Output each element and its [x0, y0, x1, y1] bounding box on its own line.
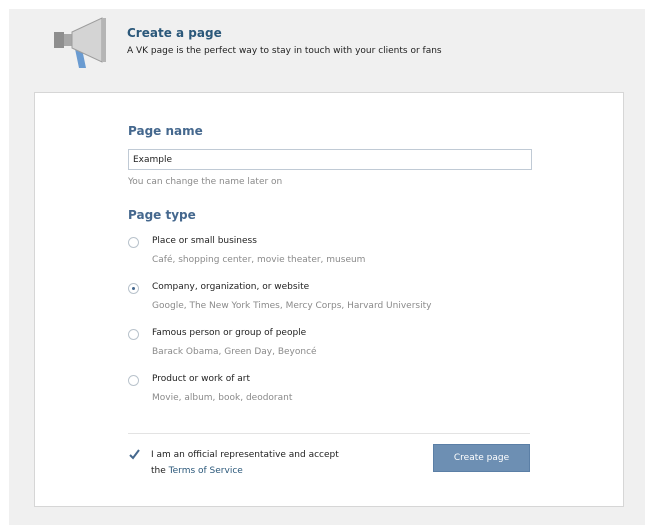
radio-button[interactable] [128, 329, 139, 340]
radio-option-examples: Google, The New York Times, Mercy Corps,… [152, 301, 432, 311]
radio-button[interactable] [128, 237, 139, 248]
page: Create a page A VK page is the perfect w… [0, 0, 649, 531]
megaphone-icon [54, 17, 106, 68]
radio-option-label: Product or work of art [152, 374, 251, 384]
radio-option-label: Company, organization, or website [152, 282, 310, 292]
radio-button[interactable] [128, 283, 139, 294]
page-type-label: Page type [128, 208, 196, 222]
page-type-option-famous-person[interactable]: Famous person or group of people Barack … [128, 328, 508, 369]
radio-option-label: Place or small business [152, 236, 257, 246]
page-type-option-company[interactable]: Company, organization, or website Google… [128, 282, 508, 323]
radio-option-examples: Café, shopping center, movie theater, mu… [152, 255, 366, 265]
radio-option-examples: Movie, album, book, deodorant [152, 393, 293, 403]
page-name-input[interactable] [128, 149, 532, 170]
agreement-checkbox[interactable] [128, 448, 141, 461]
radio-option-examples: Barack Obama, Green Day, Beyoncé [152, 347, 317, 357]
page-title: Create a page [127, 26, 222, 40]
agreement-prefix: the [151, 466, 166, 476]
terms-of-service-link[interactable]: Terms of Service [169, 466, 243, 476]
radio-option-label: Famous person or group of people [152, 328, 307, 338]
divider [128, 433, 530, 434]
page-name-label: Page name [128, 124, 203, 138]
page-name-hint: You can change the name later on [128, 177, 283, 187]
page-type-option-place[interactable]: Place or small business Café, shopping c… [128, 236, 508, 277]
agreement-statement: I am an official representative and acce… [151, 450, 339, 460]
radio-button[interactable] [128, 375, 139, 386]
agreement-text: I am an official representative and acce… [151, 447, 339, 479]
page-subtitle: A VK page is the perfect way to stay in … [127, 46, 442, 56]
page-type-option-product[interactable]: Product or work of art Movie, album, boo… [128, 374, 508, 415]
create-page-button[interactable]: Create page [433, 444, 530, 472]
